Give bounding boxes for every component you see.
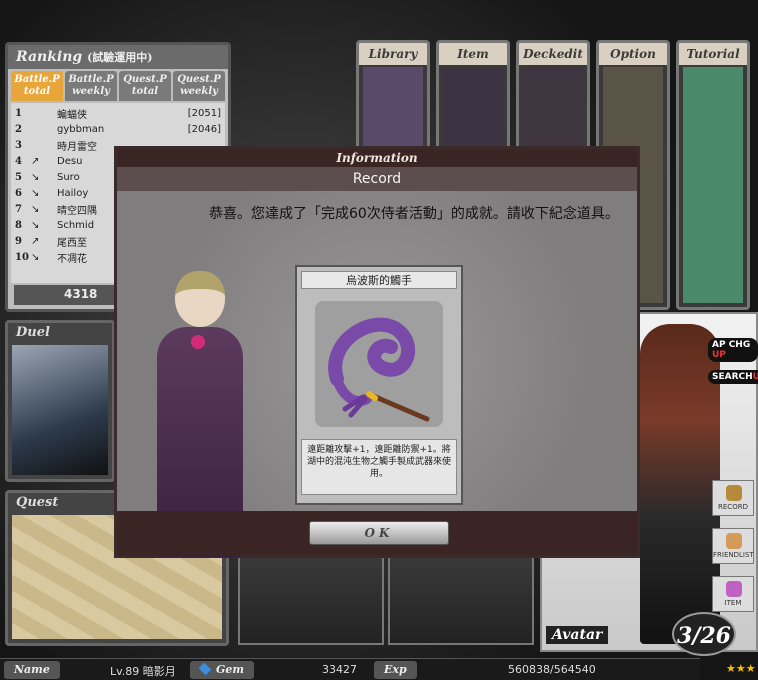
avatar-level-badge: 3/26 bbox=[672, 612, 736, 656]
name-tag: Name bbox=[4, 661, 60, 679]
friendlist-button[interactable]: FRIENDLIST bbox=[712, 528, 754, 564]
tab-label: Battle.P bbox=[14, 74, 60, 85]
trend-icon: ↘ bbox=[31, 203, 40, 215]
ranking-row[interactable]: 2 gybbman [2046] bbox=[15, 121, 221, 137]
duel-art bbox=[12, 345, 108, 475]
achievement-message: 恭喜。您達成了「完成60次侍者活動」的成就。請收下紀念道具。 bbox=[209, 206, 619, 222]
trend-icon: ↗ bbox=[31, 155, 40, 167]
record-button[interactable]: RECORD bbox=[712, 480, 754, 516]
ap-change-up-text: UP bbox=[712, 350, 726, 360]
player-score: [2046] bbox=[187, 123, 221, 135]
reward-item-card: 烏波斯的觸手 遠距離攻擊+1，遠距離防禦+1。將湖中的混沌生物之觸手製成武器來使… bbox=[295, 265, 463, 505]
ranking-subtitle: (試驗運用中) bbox=[87, 51, 153, 64]
reward-item-name: 烏波斯的觸手 bbox=[301, 271, 457, 289]
trend-icon: ↘ bbox=[31, 251, 40, 263]
ranking-title-text: Ranking bbox=[16, 49, 83, 65]
rank-number: 3 bbox=[15, 139, 22, 151]
quest-label: Quest bbox=[16, 495, 59, 510]
gem-count: 33427 bbox=[322, 663, 357, 676]
tab-sublabel: weekly bbox=[180, 86, 218, 97]
tab-battle-total[interactable]: Battle.P total bbox=[11, 71, 63, 101]
gem-icon bbox=[198, 662, 212, 676]
tab-quest-total[interactable]: Quest.P total bbox=[119, 71, 171, 101]
status-bar: Name Lv.89 暗影月 Gem 33427 Exp 560838/5645… bbox=[0, 658, 700, 680]
ranking-title: Ranking (試驗運用中) bbox=[8, 45, 228, 69]
tentacle-whip-icon bbox=[315, 301, 443, 427]
tab-quest-weekly[interactable]: Quest.P weekly bbox=[173, 71, 225, 101]
dialog-footer: OK bbox=[117, 511, 637, 555]
tab-label: Quest.P bbox=[123, 74, 167, 85]
ok-button[interactable]: OK bbox=[309, 521, 449, 545]
rank-number: 1 bbox=[15, 107, 22, 119]
lobby-art-left[interactable] bbox=[238, 555, 384, 645]
search-up-text: UP bbox=[752, 372, 758, 382]
butler-head bbox=[175, 271, 225, 327]
tab-label: Battle.P bbox=[68, 74, 114, 85]
gem-label: Gem bbox=[216, 663, 245, 676]
rank-number: 7 bbox=[15, 203, 22, 215]
rank-number: 4 bbox=[15, 155, 22, 167]
trend-icon: ↘ bbox=[31, 187, 40, 199]
trend-icon: ↘ bbox=[31, 171, 40, 183]
duel-label: Duel bbox=[16, 325, 50, 340]
menu-tutorial[interactable]: Tutorial bbox=[676, 40, 750, 310]
dialog-title: Information bbox=[117, 149, 637, 167]
rank-number: 10 bbox=[15, 251, 29, 263]
rank-number: 5 bbox=[15, 171, 22, 183]
menu-library-label: Library bbox=[359, 43, 427, 65]
dialog-body: 恭喜。您達成了「完成60次侍者活動」的成就。請收下紀念道具。 烏波斯的觸手 遠距… bbox=[117, 191, 637, 557]
avatar-character bbox=[640, 324, 720, 644]
tab-sublabel: total bbox=[23, 86, 51, 97]
tab-battle-weekly[interactable]: Battle.P weekly bbox=[65, 71, 117, 101]
exp-value: 560838/564540 bbox=[508, 663, 596, 676]
trend-icon: ↗ bbox=[31, 235, 40, 247]
tab-sublabel: total bbox=[131, 86, 159, 97]
player-level-name: Lv.89 暗影月 bbox=[110, 665, 176, 678]
item-label: ITEM bbox=[724, 599, 742, 607]
exp-tag: Exp bbox=[374, 661, 417, 679]
menu-option-label: Option bbox=[599, 43, 667, 65]
duel-panel[interactable]: Duel bbox=[5, 320, 115, 482]
tutorial-art bbox=[683, 67, 743, 303]
butler-bowtie bbox=[191, 335, 205, 349]
gem-tag: Gem bbox=[190, 661, 255, 679]
menu-deckedit-label: Deckedit bbox=[519, 43, 587, 65]
rank-number: 8 bbox=[15, 219, 22, 231]
trend-icon: ↘ bbox=[31, 219, 40, 231]
rank-number: 2 bbox=[15, 123, 22, 135]
dialog-subtitle: Record bbox=[117, 167, 637, 191]
reward-item-description: 遠距離攻擊+1，遠距離防禦+1。將湖中的混沌生物之觸手製成武器來使用。 bbox=[301, 439, 457, 495]
rank-number: 6 bbox=[15, 187, 22, 199]
tab-label: Quest.P bbox=[177, 74, 221, 85]
information-dialog: Information Record 恭喜。您達成了「完成60次侍者活動」的成就… bbox=[114, 146, 640, 558]
rank-number: 9 bbox=[15, 235, 22, 247]
record-label: RECORD bbox=[718, 503, 748, 511]
rank-stars: ★★★ bbox=[726, 662, 756, 675]
item-button[interactable]: ITEM bbox=[712, 576, 754, 612]
ap-change-text: AP CHG bbox=[712, 340, 751, 350]
avatar-label: Avatar bbox=[546, 626, 609, 644]
ranking-tabs: Battle.P total Battle.P weekly Quest.P t… bbox=[8, 69, 228, 103]
lobby-art-right[interactable] bbox=[388, 555, 534, 645]
ranking-row[interactable]: 1 蝙蝠侠 [2051] bbox=[15, 105, 221, 121]
menu-tutorial-label: Tutorial bbox=[679, 43, 747, 65]
player-name: 蝙蝠侠 bbox=[57, 109, 87, 121]
friendlist-label: FRIENDLIST bbox=[713, 551, 754, 559]
search-text: SEARCH bbox=[712, 372, 753, 382]
ap-change-up-badge[interactable]: AP CHG UP bbox=[708, 338, 758, 362]
player-score: [2051] bbox=[187, 107, 221, 119]
search-up-badge[interactable]: SEARCHUP bbox=[708, 370, 758, 384]
tab-sublabel: weekly bbox=[72, 86, 110, 97]
player-name: gybbman bbox=[57, 123, 105, 135]
menu-item-label: Item bbox=[439, 43, 507, 65]
